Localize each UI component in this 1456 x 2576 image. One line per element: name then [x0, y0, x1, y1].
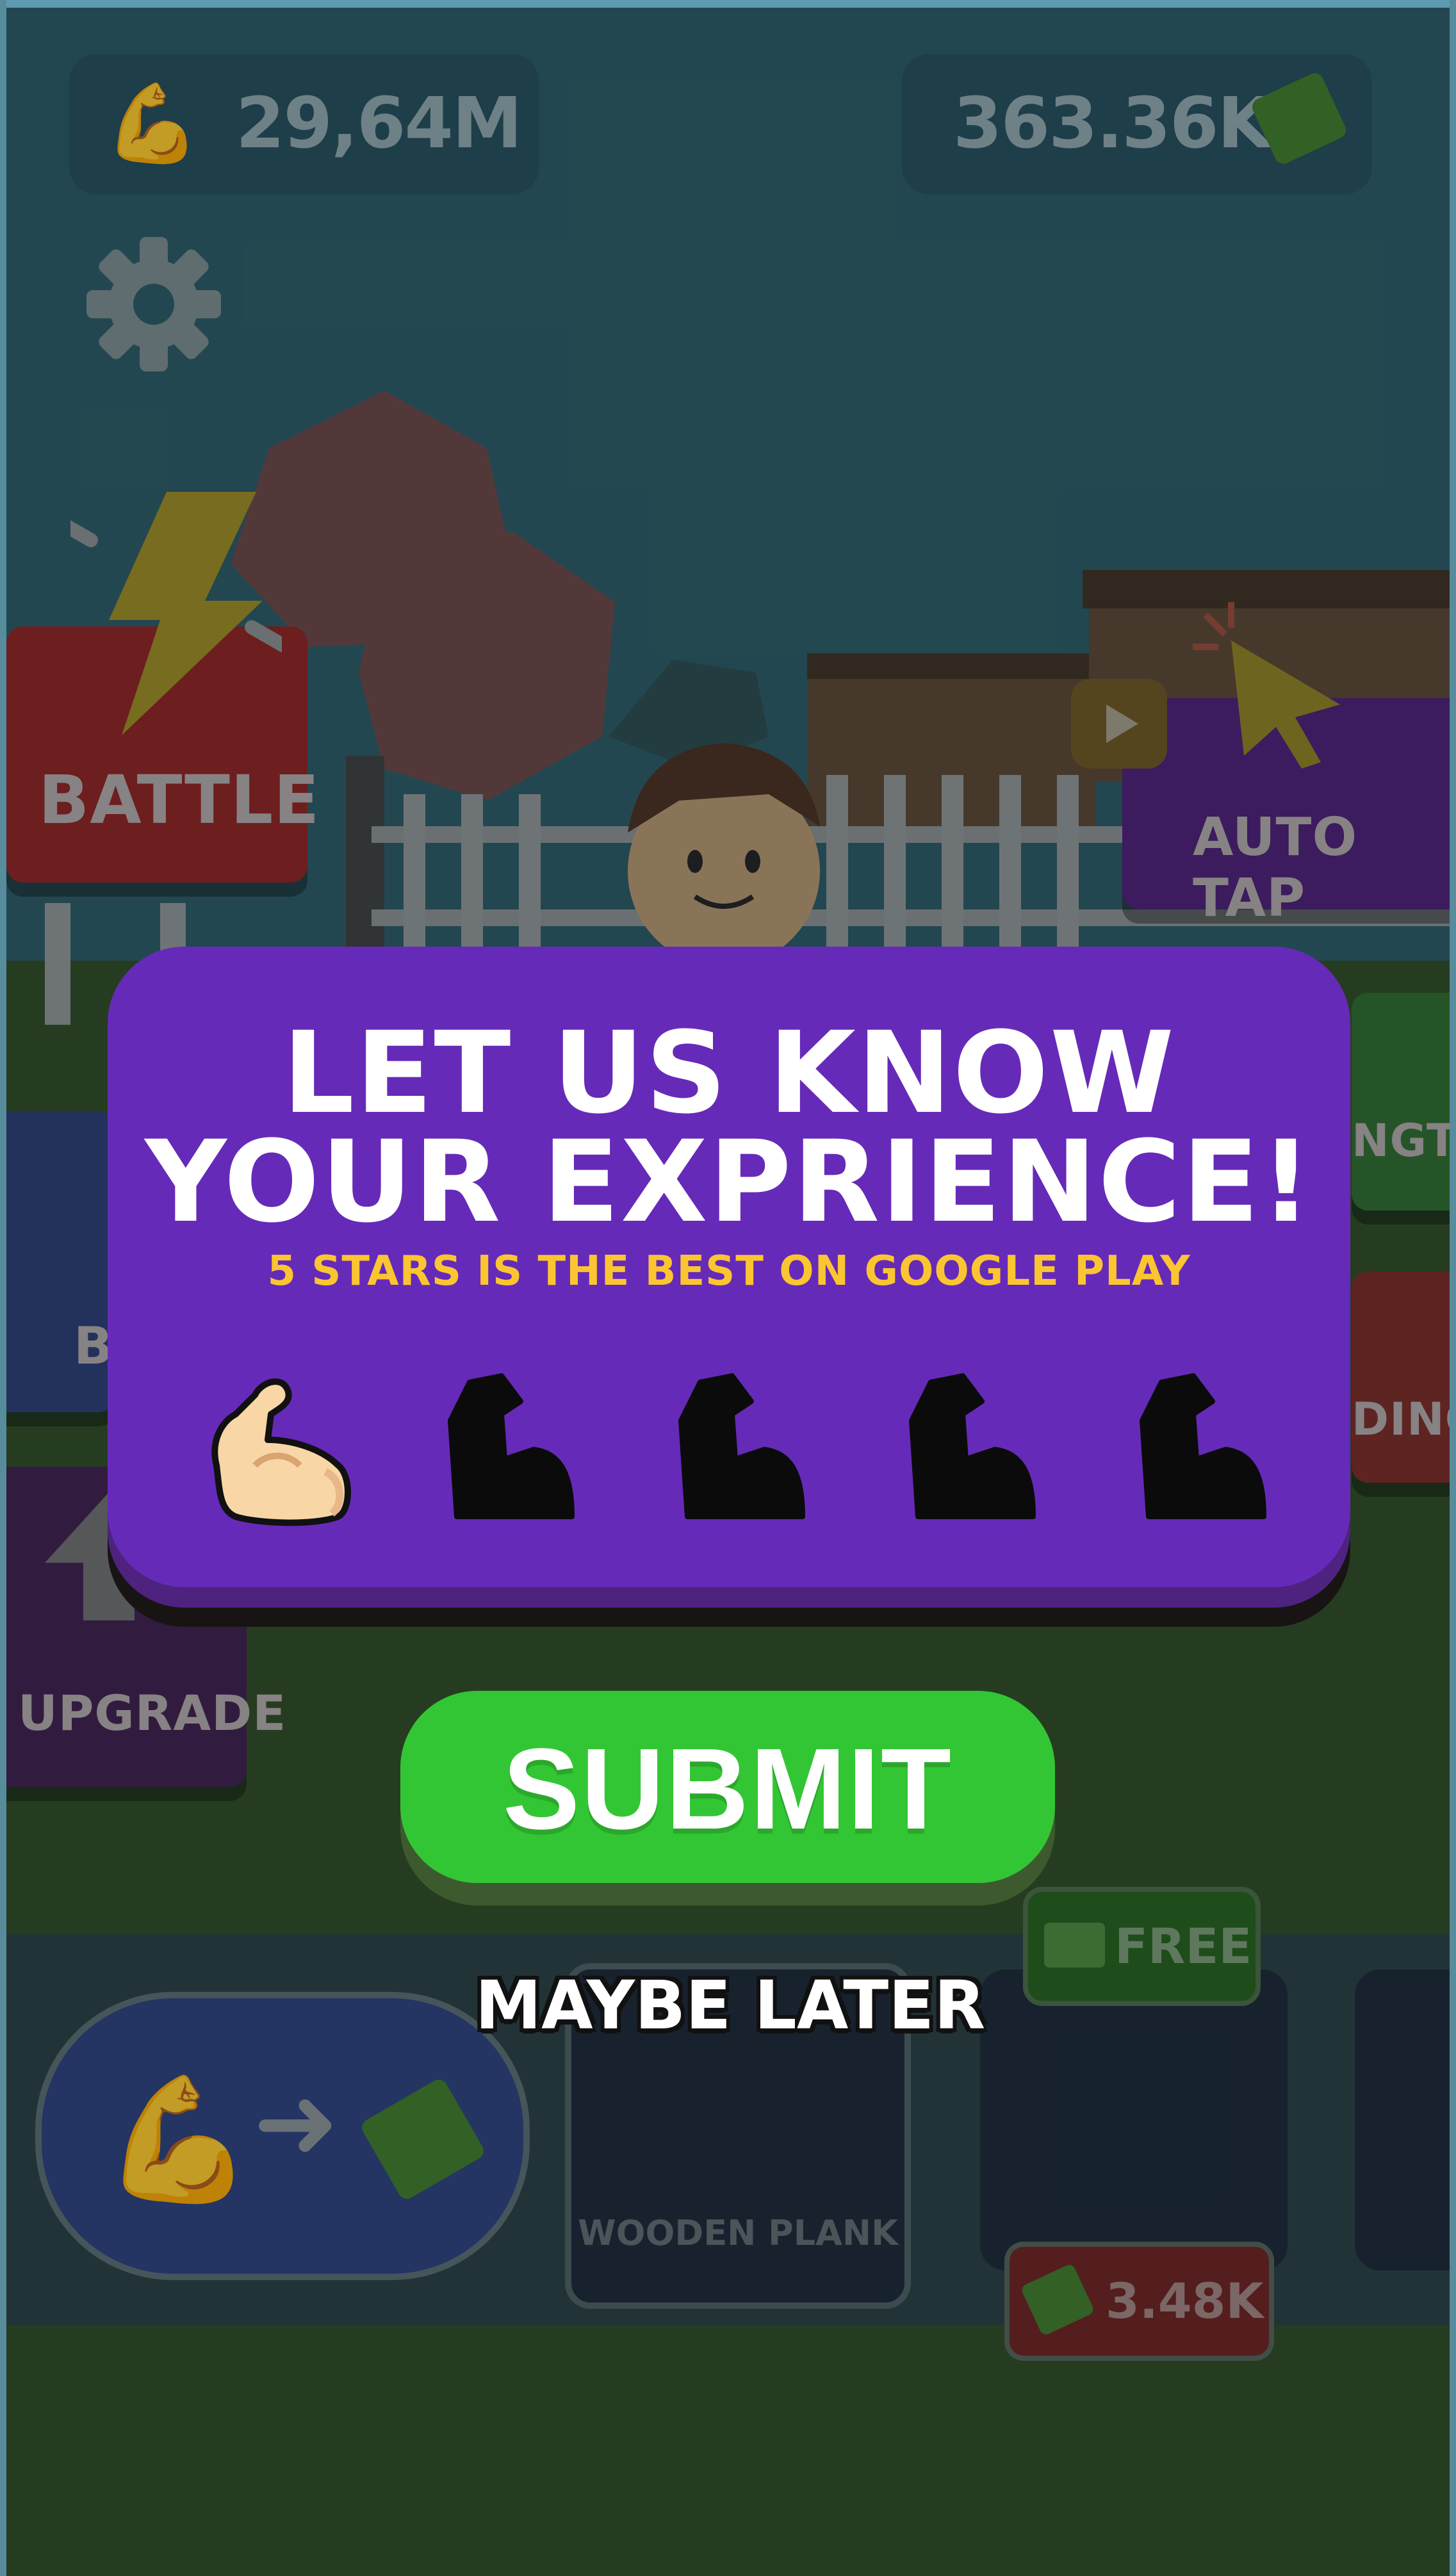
rating-option-4[interactable] — [886, 1369, 1052, 1536]
flexed-biceps-icon — [909, 1373, 1036, 1519]
submit-label: SUBMIT — [503, 1725, 953, 1854]
flexed-biceps-icon — [211, 1378, 351, 1526]
flexed-biceps-icon — [448, 1373, 575, 1519]
dialog-title-line2: YOUR EXPRIENCE! — [145, 1116, 1313, 1248]
flexed-biceps-icon — [678, 1373, 805, 1519]
rating-option-3[interactable] — [655, 1369, 822, 1536]
rating-option-2[interactable] — [425, 1369, 591, 1536]
rating-option-5[interactable] — [1117, 1369, 1283, 1536]
flexed-biceps-icon — [1140, 1373, 1266, 1519]
rating-option-1[interactable] — [197, 1369, 364, 1536]
rating-selector — [197, 1369, 1273, 1536]
dialog-subtitle: 5 STARS IS THE BEST ON GOOGLE PLAY — [267, 1248, 1191, 1295]
dialog-title-line1: LET US KNOW — [282, 1007, 1176, 1139]
submit-button[interactable]: SUBMIT — [400, 1691, 1055, 1883]
rating-dialog: LET US KNOW YOUR EXPRIENCE! 5 STARS IS T… — [108, 947, 1350, 1587]
maybe-later-link[interactable]: MAYBE LATER — [448, 1966, 1012, 2044]
